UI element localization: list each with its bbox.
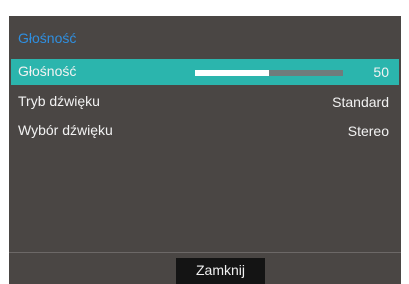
- sound-mode-value: Standard: [332, 94, 389, 110]
- sound-select-value: Stereo: [347, 123, 389, 139]
- volume-slider-fill: [195, 70, 269, 76]
- menu-item-sound-mode[interactable]: Tryb dźwięku Standard: [11, 89, 399, 115]
- volume-slider[interactable]: [195, 70, 343, 76]
- osd-menu-panel: Głośność Głośność 50 Tryb dźwięku Standa…: [9, 16, 401, 284]
- menu-item-sound-select[interactable]: Wybór dźwięku Stereo: [11, 118, 399, 144]
- close-button[interactable]: Zamknij: [176, 258, 265, 284]
- menu-item-volume[interactable]: Głośność 50: [11, 59, 399, 85]
- menu-title: Głośność: [18, 30, 77, 46]
- divider: [9, 252, 401, 253]
- menu-item-label: Głośność: [18, 63, 77, 79]
- menu-item-label: Wybór dźwięku: [18, 122, 113, 138]
- menu-item-label: Tryb dźwięku: [18, 93, 100, 109]
- volume-value: 50: [373, 64, 389, 80]
